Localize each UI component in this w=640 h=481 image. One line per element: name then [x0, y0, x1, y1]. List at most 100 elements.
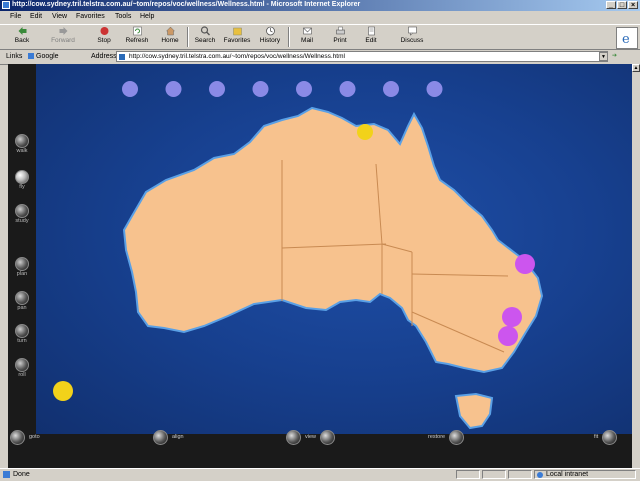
search-button[interactable]: Search: [190, 26, 220, 44]
walk-knob-icon: [15, 134, 29, 148]
scroll-up-button[interactable]: ▲: [632, 64, 640, 72]
address-dropdown-button[interactable]: ▼: [599, 52, 608, 61]
go-arrow-icon: ➔: [612, 53, 618, 59]
walk-label: walk: [16, 148, 28, 154]
maximize-button[interactable]: □: [617, 1, 627, 9]
turn-knob-icon: [15, 324, 29, 338]
svg-text:e: e: [622, 32, 630, 47]
forward-button[interactable]: Forward: [48, 26, 78, 44]
pan-label: pan: [17, 305, 27, 311]
top-marker[interactable]: [426, 81, 443, 97]
fly-button[interactable]: fly: [8, 170, 36, 190]
tasmania: [454, 392, 494, 430]
view-button[interactable]: view: [286, 427, 336, 447]
roll-knob-icon: [15, 358, 29, 372]
top-marker[interactable]: [122, 81, 138, 97]
status-cell: [508, 470, 532, 479]
plan-label: plan: [16, 271, 28, 277]
stop-label: Stop: [97, 37, 111, 44]
history-button[interactable]: History: [255, 26, 285, 44]
plan-knob-icon: [15, 257, 29, 271]
restore-button[interactable]: restore: [428, 427, 465, 447]
search-icon: [200, 26, 210, 36]
back-icon: [18, 27, 26, 35]
google-label: Google: [36, 53, 59, 60]
stop-button[interactable]: Stop: [89, 26, 119, 44]
marker-purple-nsw-b[interactable]: [498, 326, 518, 346]
back-label: Back: [14, 37, 30, 44]
mail-label: Mail: [301, 37, 313, 44]
go-button[interactable]: ➔: [612, 52, 636, 62]
align-button[interactable]: align: [153, 427, 184, 447]
turn-button[interactable]: turn: [8, 324, 36, 344]
australia-map: [53, 81, 544, 430]
top-marker[interactable]: [383, 81, 399, 97]
home-label: Home: [161, 37, 179, 44]
menu-help[interactable]: Help: [140, 13, 154, 20]
refresh-button[interactable]: Refresh: [122, 26, 152, 44]
menu-tools[interactable]: Tools: [115, 13, 131, 20]
google-icon: [28, 53, 34, 60]
menu-view[interactable]: View: [52, 13, 67, 20]
goto-knob-icon: [10, 429, 25, 445]
search-label: Search: [194, 37, 216, 44]
menu-favorites[interactable]: Favorites: [76, 13, 105, 20]
restore-knob-icon: [449, 429, 465, 445]
zone-cell: Local intranet: [534, 470, 636, 479]
app-frame: walk fly study plan pan turn roll goto a…: [8, 64, 632, 468]
address-input[interactable]: http://cow.sydney.tril.telstra.com.au/~t…: [116, 51, 608, 62]
print-label: Print: [333, 37, 347, 44]
menu-file[interactable]: File: [10, 13, 21, 20]
goto-button[interactable]: goto: [10, 427, 40, 447]
refresh-icon: [132, 26, 142, 36]
top-marker[interactable]: [339, 81, 356, 97]
ie-throbber-logo: e: [616, 27, 638, 49]
marker-yellow-ocean[interactable]: [53, 381, 73, 401]
study-knob-icon: [15, 204, 29, 218]
fit-knob-icon: [602, 429, 618, 445]
top-marker[interactable]: [209, 81, 225, 97]
back-button[interactable]: Back: [7, 26, 37, 44]
study-button[interactable]: study: [8, 204, 36, 224]
page-status-icon: [3, 471, 10, 478]
edit-button[interactable]: Edit: [356, 26, 386, 44]
map-viewport[interactable]: [36, 64, 632, 434]
vertical-scrollbar[interactable]: ▲: [632, 64, 640, 468]
top-marker[interactable]: [252, 81, 269, 97]
roll-label: roll: [18, 372, 26, 378]
minimize-button[interactable]: _: [606, 1, 616, 9]
stop-icon: [100, 27, 108, 35]
discuss-button[interactable]: Discuss: [397, 26, 427, 44]
discuss-label: Discuss: [400, 37, 424, 44]
zone-label: Local intranet: [546, 471, 589, 478]
marker-purple-qld[interactable]: [515, 254, 535, 274]
home-button[interactable]: Home: [155, 26, 185, 44]
address-url: http://cow.sydney.tril.telstra.com.au/~t…: [129, 53, 345, 60]
fit-button[interactable]: fit: [594, 427, 618, 447]
mail-button[interactable]: Mail: [292, 26, 322, 44]
menu-edit[interactable]: Edit: [30, 13, 42, 20]
plan-button[interactable]: plan: [8, 257, 36, 277]
walk-button[interactable]: walk: [8, 134, 36, 154]
links-label[interactable]: Links: [6, 53, 22, 60]
google-link[interactable]: Google: [28, 53, 59, 60]
print-button[interactable]: Print: [325, 26, 355, 44]
window-title: http://cow.sydney.tril.telstra.com.au/~t…: [12, 1, 361, 8]
pan-button[interactable]: pan: [8, 291, 36, 311]
roll-button[interactable]: roll: [8, 358, 36, 378]
address-bar: Links Google Address http://cow.sydney.t…: [0, 50, 640, 65]
favorites-button[interactable]: Favorites: [222, 26, 252, 44]
forward-icon: [59, 27, 67, 35]
forward-label: Forward: [51, 37, 75, 44]
refresh-label: Refresh: [125, 37, 149, 44]
align-knob-icon: [153, 429, 168, 445]
top-marker[interactable]: [165, 81, 182, 97]
edit-icon: [367, 26, 375, 36]
history-icon: [265, 26, 275, 36]
top-marker[interactable]: [296, 81, 312, 97]
close-button[interactable]: ×: [628, 1, 638, 9]
marker-yellow-darwin[interactable]: [357, 124, 373, 140]
edit-label: Edit: [365, 37, 377, 44]
marker-purple-nsw-a[interactable]: [502, 307, 522, 327]
mail-icon: [302, 27, 312, 35]
